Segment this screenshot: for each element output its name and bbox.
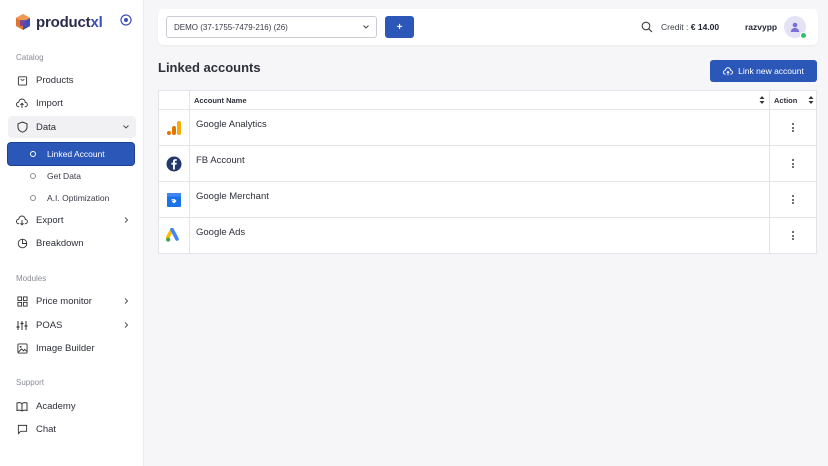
more-vertical-icon[interactable] — [786, 193, 800, 207]
chat-bubble-icon — [16, 423, 28, 435]
cloud-upload-icon — [16, 97, 28, 109]
shield-icon — [16, 121, 28, 133]
account-logo-cell — [159, 182, 190, 217]
account-logo-cell — [159, 110, 190, 145]
shop-select-value: DEMO (37-1755-7479-216) (26) — [174, 22, 288, 32]
sidebar-item-data[interactable]: Data — [8, 116, 136, 138]
sidebar-subitem-label: Linked Account — [47, 149, 105, 159]
link-new-account-label: Link new account — [738, 66, 804, 76]
table-row: Google Analytics — [159, 110, 816, 146]
more-vertical-icon[interactable] — [786, 229, 800, 243]
chevron-right-icon — [124, 217, 129, 223]
avatar[interactable] — [784, 16, 807, 39]
row-actions-cell — [769, 110, 816, 145]
username[interactable]: razvypp — [745, 22, 777, 32]
sidebar: productxl Catalog Products Import Data L… — [0, 0, 144, 466]
chevron-right-icon — [124, 298, 129, 304]
sidebar-subitem-label: Get Data — [47, 171, 82, 181]
sidebar-subitem-linked-account[interactable]: Linked Account — [8, 143, 134, 165]
google-analytics-icon — [167, 120, 181, 135]
sidebar-subitem-ai-optimization[interactable]: A.I. Optimization — [8, 187, 134, 209]
table-header-logo-cell — [159, 91, 190, 109]
sidebar-subitem-label: A.I. Optimization — [47, 193, 110, 203]
sidebar-item-import[interactable]: Import — [8, 92, 136, 114]
sort-icon[interactable] — [759, 95, 765, 105]
image-icon — [16, 342, 28, 354]
online-status-badge — [800, 32, 807, 39]
more-vertical-icon[interactable] — [786, 157, 800, 171]
section-label-support: Support — [16, 378, 45, 387]
sidebar-item-label: Chat — [36, 423, 57, 435]
sidebar-item-label: Image Builder — [36, 342, 95, 354]
shop-select[interactable]: DEMO (37-1755-7479-216) (26) — [166, 16, 377, 38]
circle-bullet-icon — [30, 195, 36, 201]
add-shop-button[interactable]: + — [385, 16, 414, 38]
sidebar-item-image-builder[interactable]: Image Builder — [8, 337, 136, 359]
sidebar-item-label: Data — [36, 121, 57, 133]
account-name: FB Account — [196, 155, 245, 166]
sidebar-item-products[interactable]: Products — [8, 69, 136, 91]
shopping-bag-icon — [16, 74, 28, 86]
sidebar-subitem-get-data[interactable]: Get Data — [8, 165, 134, 187]
chevron-right-icon — [124, 322, 129, 328]
cloud-download-icon — [16, 214, 28, 226]
chevron-down-icon — [123, 125, 129, 129]
table-row: Google Ads — [159, 218, 816, 254]
pie-chart-icon — [16, 237, 28, 249]
row-actions-cell — [769, 182, 816, 217]
row-actions-cell — [769, 218, 816, 253]
sliders-icon — [16, 319, 28, 331]
credit-balance: Credit : € 14.00 — [661, 22, 720, 32]
productxl-logo-icon — [16, 14, 30, 30]
google-merchant-icon — [167, 192, 181, 207]
linked-accounts-table: Account Name Action Google Analytics FB … — [158, 90, 817, 254]
sidebar-item-label: Breakdown — [36, 237, 84, 249]
sidebar-item-label: Products — [36, 74, 74, 86]
sidebar-item-label: POAS — [36, 319, 63, 331]
sort-icon[interactable] — [808, 95, 814, 105]
section-label-catalog: Catalog — [16, 53, 44, 62]
sidebar-item-breakdown[interactable]: Breakdown — [8, 232, 136, 254]
facebook-icon — [166, 156, 182, 171]
app-logo[interactable]: productxl — [14, 12, 103, 32]
column-header-account-name[interactable]: Account Name — [194, 96, 247, 105]
search-icon[interactable] — [641, 21, 653, 33]
section-label-modules: Modules — [16, 274, 47, 283]
google-ads-icon — [165, 228, 179, 242]
sidebar-item-export[interactable]: Export — [8, 209, 136, 231]
sidebar-collapse-icon[interactable] — [120, 14, 132, 26]
sidebar-item-label: Import — [36, 97, 63, 109]
sidebar-item-label: Export — [36, 214, 64, 226]
sidebar-item-label: Price monitor — [36, 295, 92, 307]
account-logo-cell — [159, 218, 190, 253]
more-vertical-icon[interactable] — [786, 121, 800, 135]
app-logo-text: productxl — [36, 13, 103, 31]
sidebar-item-poas[interactable]: POAS — [8, 314, 136, 336]
page-title: Linked accounts — [158, 60, 261, 75]
account-name: Google Ads — [196, 227, 246, 238]
top-bar: DEMO (37-1755-7479-216) (26) + Credit : … — [158, 9, 818, 45]
sidebar-item-price-monitor[interactable]: Price monitor — [8, 290, 136, 312]
table-header: Account Name Action — [159, 91, 816, 110]
row-actions-cell — [769, 146, 816, 181]
account-name: Google Analytics — [196, 119, 267, 130]
book-open-icon — [16, 400, 28, 412]
account-logo-cell — [159, 146, 190, 181]
chevron-down-icon — [363, 25, 369, 29]
user-icon — [790, 22, 800, 32]
grid-icon — [16, 295, 28, 307]
circle-bullet-icon — [30, 151, 36, 157]
link-new-account-button[interactable]: Link new account — [710, 60, 817, 82]
table-row: Google Merchant — [159, 182, 816, 218]
sidebar-item-chat[interactable]: Chat — [8, 418, 136, 440]
sidebar-item-academy[interactable]: Academy — [8, 395, 136, 417]
sidebar-item-label: Academy — [36, 400, 76, 412]
column-header-action[interactable]: Action — [769, 91, 816, 109]
cloud-upload-icon — [723, 66, 734, 75]
account-name: Google Merchant — [196, 191, 269, 202]
circle-bullet-icon — [30, 173, 36, 179]
table-row: FB Account — [159, 146, 816, 182]
